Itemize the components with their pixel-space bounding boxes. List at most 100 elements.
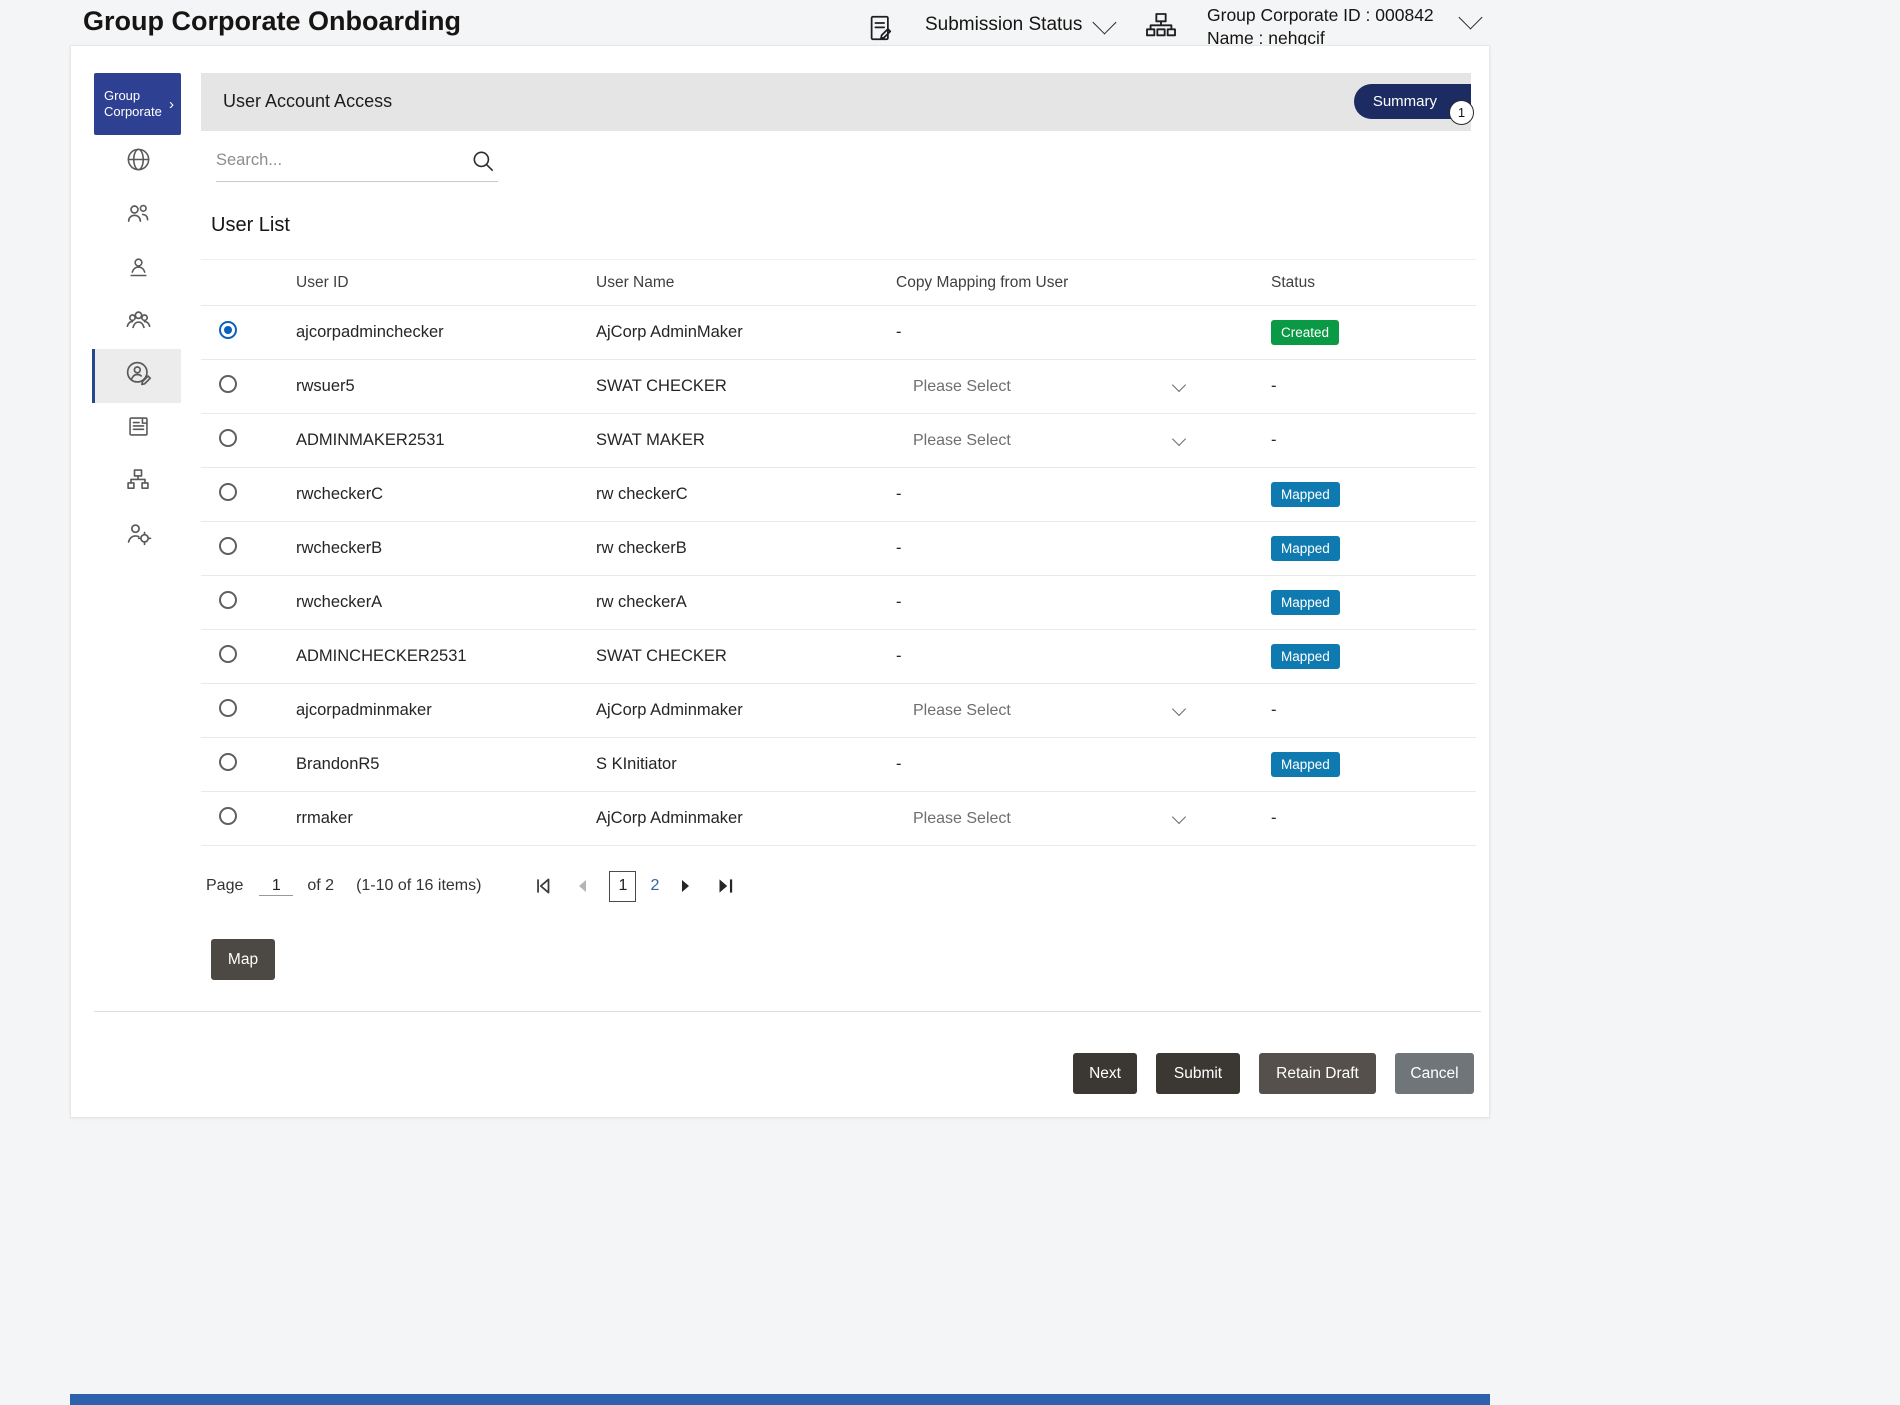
user-name-cell: rw checkerA — [596, 593, 896, 612]
submit-button[interactable]: Submit — [1156, 1053, 1240, 1094]
table-row: rrmaker AjCorp Adminmaker Please Select … — [201, 792, 1476, 846]
chevron-down-icon[interactable] — [1092, 10, 1116, 34]
copy-mapping-cell: Please Select — [896, 702, 1271, 720]
row-select-radio[interactable] — [219, 483, 237, 501]
user-list-title: User List — [211, 214, 290, 237]
row-select-radio[interactable] — [219, 645, 237, 663]
next-button[interactable]: Next — [1073, 1053, 1137, 1094]
corporate-id-line: Group Corporate ID : 000842 — [1207, 4, 1434, 27]
footer-divider — [94, 1011, 1481, 1012]
sidebar-item-user-settings[interactable] — [92, 510, 181, 564]
search-input[interactable] — [216, 142, 462, 178]
row-select-radio[interactable] — [219, 429, 237, 447]
copy-mapping-cell: - — [896, 593, 1271, 612]
party-icon — [124, 199, 152, 232]
submission-status-selector[interactable]: Submission Status — [925, 14, 1082, 36]
user-id-cell: rwsuer5 — [296, 377, 596, 396]
user-table-body: ajcorpadminchecker AjCorp AdminMaker - C… — [201, 306, 1476, 846]
content-card: Group Corporate › — [70, 45, 1490, 1118]
status-cell: - — [1271, 701, 1476, 720]
row-select-radio[interactable] — [219, 699, 237, 717]
table-row: rwcheckerC rw checkerC - Mapped — [201, 468, 1476, 522]
sidebar-group-corporate-button[interactable]: Group Corporate › — [94, 73, 181, 135]
user-table: User ID User Name Copy Mapping from User… — [201, 259, 1476, 846]
main-content: User Account Access Summary 1 User List … — [201, 46, 1491, 1117]
search-icon[interactable] — [470, 148, 496, 179]
page-numbers: 12 — [609, 871, 659, 902]
first-page-icon[interactable] — [532, 875, 554, 897]
next-page-icon[interactable] — [674, 875, 696, 897]
copy-mapping-cell: - — [896, 755, 1271, 774]
copy-mapping-select[interactable]: Please Select — [896, 702, 1188, 720]
status-cell: - — [1271, 431, 1476, 450]
table-row: ajcorpadminchecker AjCorp AdminMaker - C… — [201, 306, 1476, 360]
current-page-number[interactable]: 1 — [609, 871, 636, 902]
copy-mapping-select[interactable]: Please Select — [896, 432, 1188, 450]
user-name-cell: SWAT CHECKER — [596, 647, 896, 666]
page-number-link[interactable]: 2 — [650, 877, 659, 895]
row-select-radio[interactable] — [219, 375, 237, 393]
user-name-cell: AjCorp Adminmaker — [596, 701, 896, 720]
footer-strip — [70, 1394, 1490, 1405]
user-id-cell: ajcorpadminchecker — [296, 323, 596, 342]
user-id-cell: rwcheckerB — [296, 539, 596, 558]
report-icon — [125, 413, 152, 445]
copy-mapping-cell: Please Select — [896, 378, 1271, 396]
last-page-icon[interactable] — [714, 875, 736, 897]
chevron-down-icon[interactable] — [1458, 5, 1482, 29]
sidebar-item-report[interactable] — [92, 403, 181, 457]
chevron-down-icon — [1172, 701, 1186, 715]
user-name-cell: rw checkerB — [596, 539, 896, 558]
page-number-input[interactable] — [259, 877, 293, 896]
row-select-radio[interactable] — [219, 537, 237, 555]
status-badge: Mapped — [1271, 752, 1340, 777]
submission-status-icon — [866, 13, 896, 48]
search-box — [216, 142, 498, 182]
sidebar-item-user-account-access[interactable] — [92, 349, 181, 403]
table-row: rwcheckerA rw checkerA - Mapped — [201, 576, 1476, 630]
summary-label: Summary — [1373, 93, 1437, 110]
corporate-info[interactable]: Group Corporate ID : 000842 Name : nehgc… — [1207, 4, 1434, 50]
row-select-radio[interactable] — [219, 591, 237, 609]
sidebar-item-party[interactable] — [92, 189, 181, 243]
user-table-header: User ID User Name Copy Mapping from User… — [201, 260, 1476, 306]
party-hierarchy-icon[interactable] — [1143, 10, 1179, 47]
copy-mapping-cell: - — [896, 323, 1271, 342]
user-name-cell: SWAT MAKER — [596, 431, 896, 450]
sidebar-item-users-group[interactable] — [92, 296, 181, 350]
sidebar-item-user-details[interactable] — [92, 242, 181, 296]
summary-button[interactable]: Summary 1 — [1354, 84, 1471, 119]
status-badge: Created — [1271, 320, 1339, 345]
map-button[interactable]: Map — [211, 939, 275, 980]
sidebar: Group Corporate › — [71, 46, 201, 1117]
summary-count-badge: 1 — [1449, 100, 1474, 125]
workflow-icon — [124, 466, 152, 499]
pagination: Page of 2 (1-10 of 16 items) 12 — [206, 864, 745, 908]
status-badge: Mapped — [1271, 590, 1340, 615]
status-cell: Mapped — [1271, 482, 1476, 507]
user-name-cell: AjCorp AdminMaker — [596, 323, 896, 342]
row-select-radio[interactable] — [219, 321, 237, 339]
sidebar-item-workflow[interactable] — [92, 456, 181, 510]
copy-mapping-select[interactable]: Please Select — [896, 378, 1188, 396]
copy-mapping-placeholder: Please Select — [913, 702, 1011, 720]
sidebar-item-globe[interactable] — [92, 135, 181, 189]
group-corporate-onboarding-page: Group Corporate Onboarding Submission St… — [0, 0, 1900, 1405]
user-name-cell: SWAT CHECKER — [596, 377, 896, 396]
retain-draft-button[interactable]: Retain Draft — [1259, 1053, 1376, 1094]
user-id-cell: rwcheckerC — [296, 485, 596, 504]
group-corporate-label: Group Corporate — [104, 88, 167, 121]
row-select-radio[interactable] — [219, 807, 237, 825]
items-count-label: (1-10 of 16 items) — [356, 877, 481, 895]
copy-mapping-select[interactable]: Please Select — [896, 810, 1188, 828]
copy-mapping-cell: Please Select — [896, 432, 1271, 450]
page-title: Group Corporate Onboarding — [83, 6, 461, 37]
user-edit-icon — [124, 359, 153, 393]
row-select-radio[interactable] — [219, 753, 237, 771]
copy-mapping-placeholder: Please Select — [913, 432, 1011, 450]
col-user-id: User ID — [296, 274, 596, 292]
copy-mapping-cell: Please Select — [896, 810, 1271, 828]
previous-page-icon[interactable] — [572, 875, 594, 897]
user-id-cell: ADMINCHECKER2531 — [296, 647, 596, 666]
cancel-button[interactable]: Cancel — [1395, 1053, 1474, 1094]
